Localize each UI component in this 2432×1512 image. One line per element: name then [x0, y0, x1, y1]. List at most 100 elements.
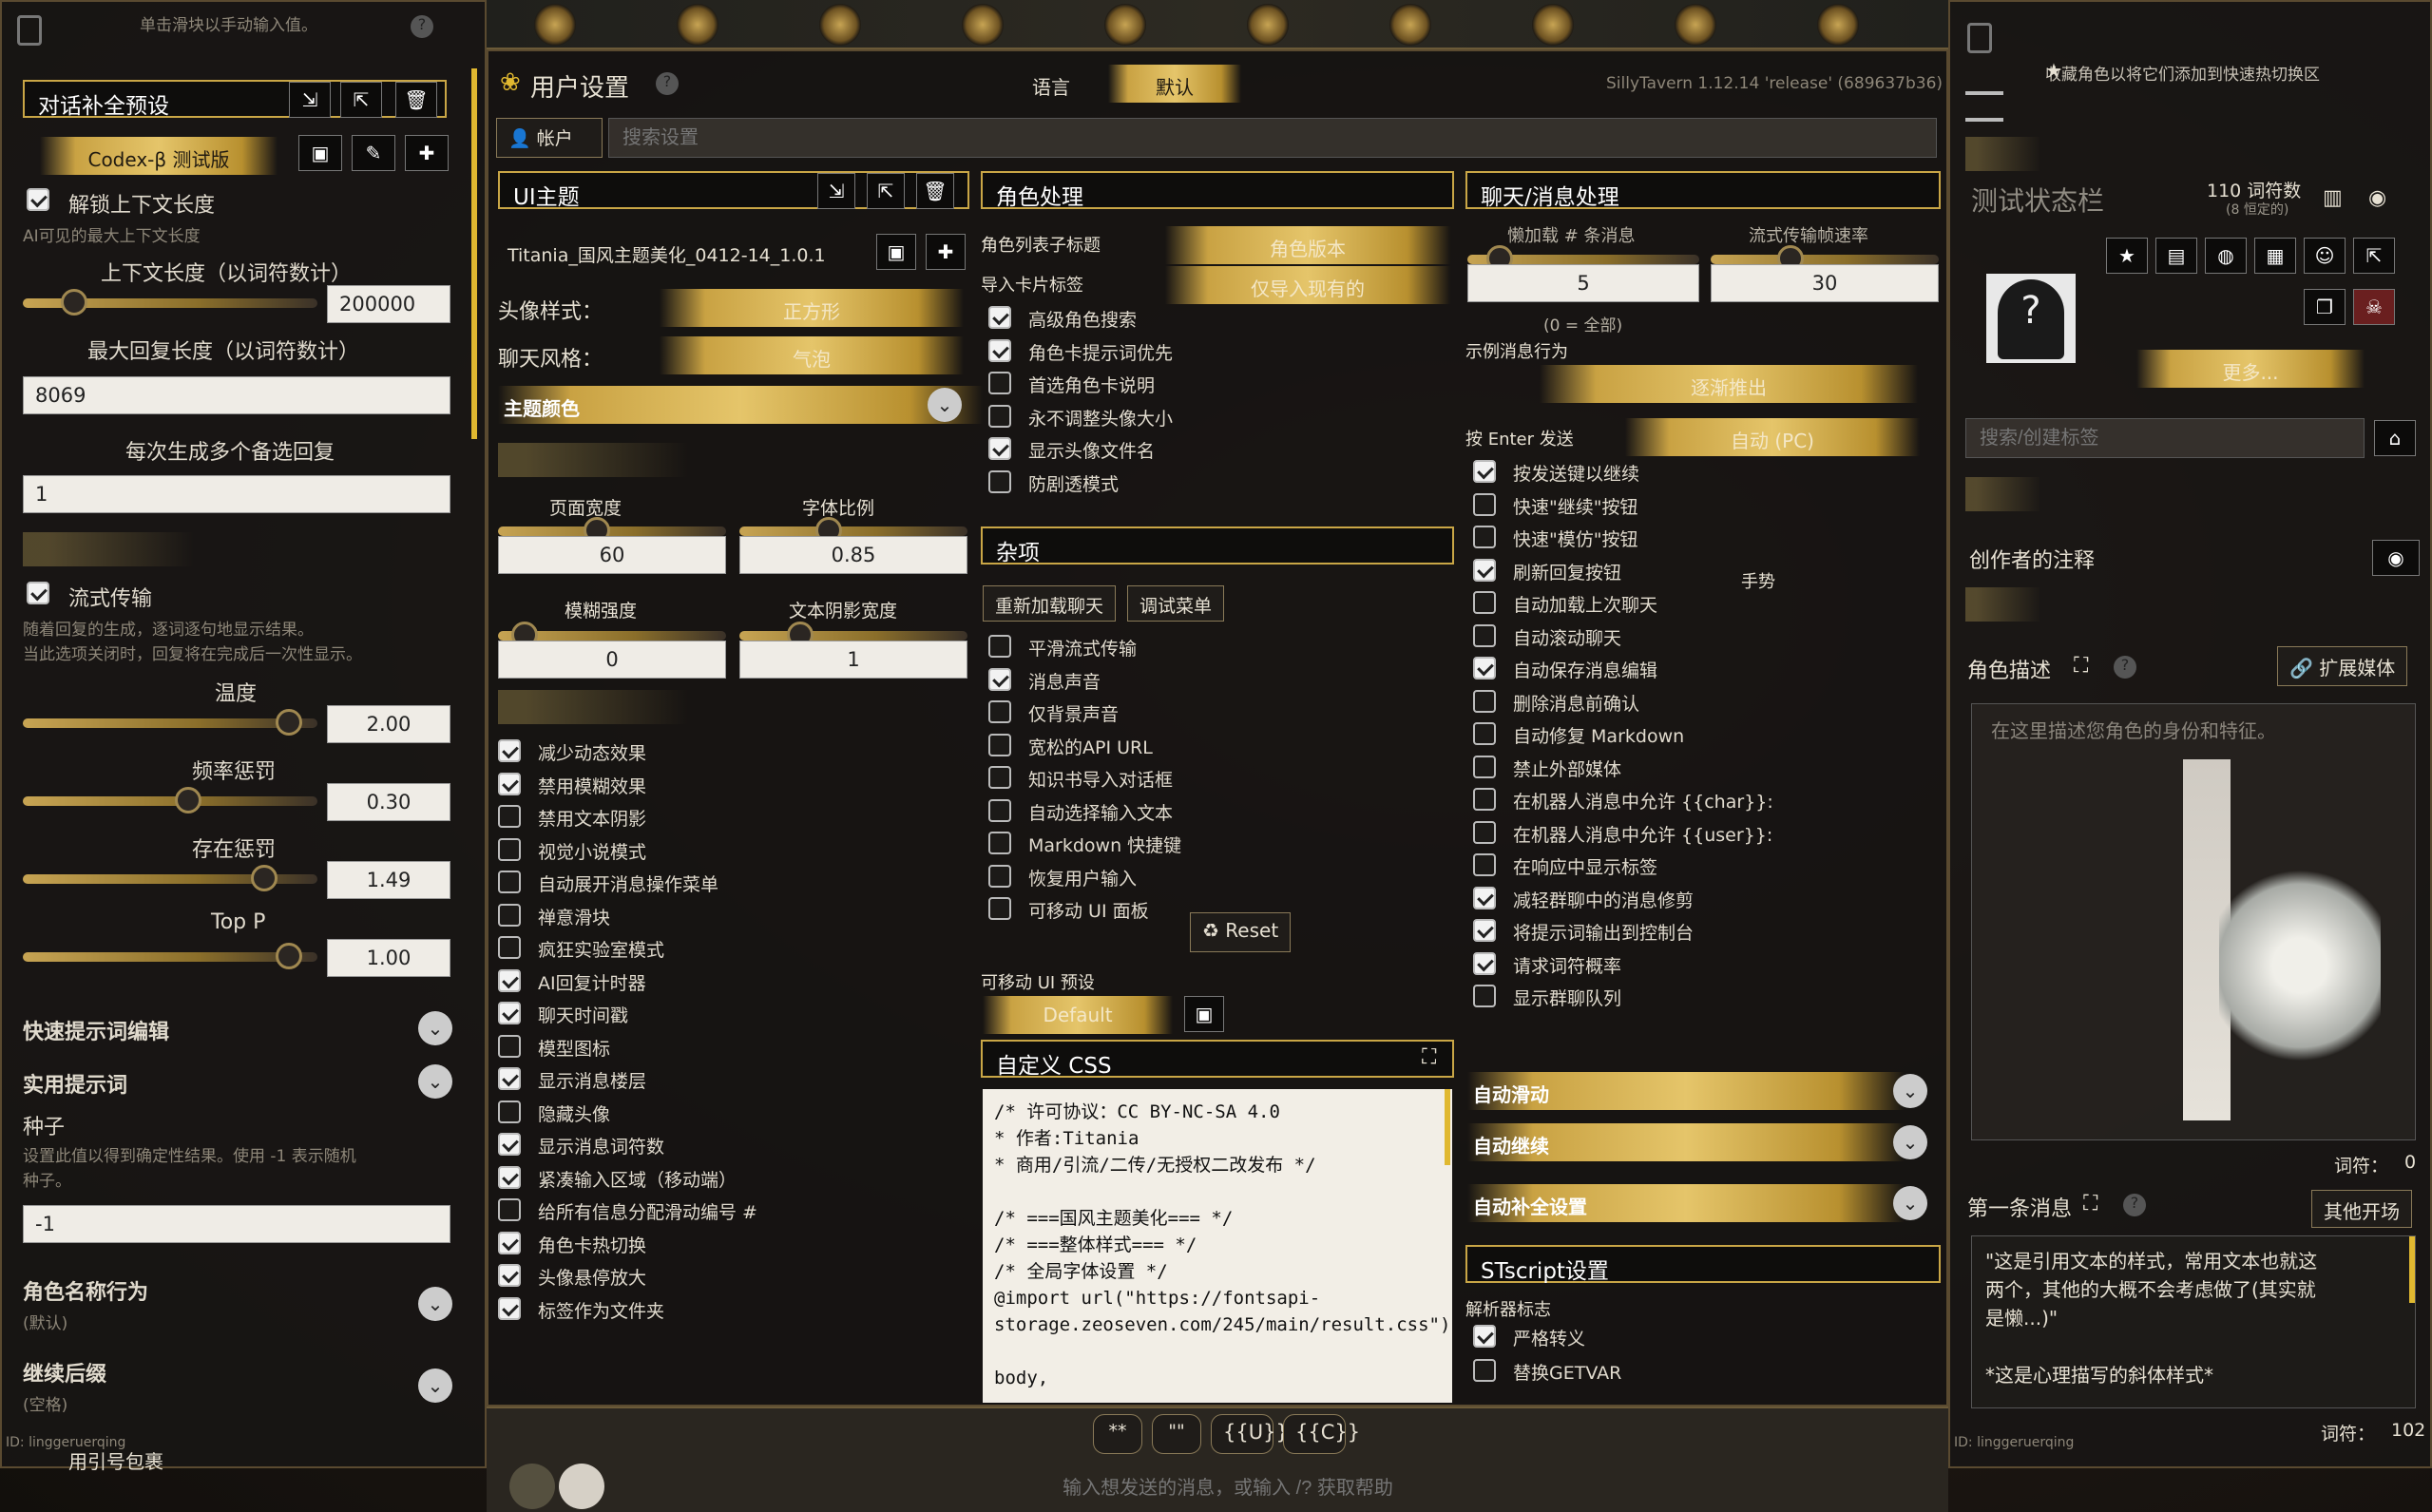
option-checkbox[interactable] [498, 1034, 521, 1058]
option-checkbox[interactable] [1473, 755, 1496, 778]
language-select[interactable]: 默认 [1108, 65, 1241, 103]
option-checkbox[interactable] [988, 798, 1011, 822]
strict-escape-checkbox[interactable] [1473, 1325, 1496, 1348]
option-checkbox[interactable] [1473, 623, 1496, 647]
option-checkbox[interactable] [988, 667, 1011, 691]
menu-icon[interactable] [509, 1464, 555, 1509]
max-response-input[interactable]: 8069 [23, 376, 450, 414]
option-checkbox[interactable] [988, 832, 1011, 854]
delete-theme-icon[interactable]: 🗑 [916, 173, 954, 209]
expand-icon[interactable]: ⛶ [1422, 1045, 1436, 1069]
option-checkbox[interactable] [498, 1198, 521, 1221]
tag-icon[interactable]: ⌂ [2374, 420, 2416, 456]
char-description-textarea[interactable]: 在这里描述您角色的身份和特征。 [1971, 703, 2416, 1140]
blur-input[interactable]: 0 [498, 641, 726, 679]
blur-slider[interactable] [498, 622, 726, 648]
option-checkbox[interactable] [1473, 689, 1496, 713]
option-checkbox[interactable] [1473, 788, 1496, 811]
import-theme-icon[interactable]: ⇲ [817, 173, 855, 209]
preset-select[interactable]: Codex-β 测试版 [40, 137, 278, 175]
auto-scroll-toggle[interactable]: 自动滑动 [1467, 1072, 1905, 1110]
option-checkbox[interactable] [1473, 526, 1496, 548]
shadow-input[interactable]: 1 [739, 641, 967, 679]
option-checkbox[interactable] [1473, 985, 1496, 1007]
option-checkbox[interactable] [988, 766, 1011, 789]
font-scale-slider[interactable] [739, 517, 967, 544]
seed-input[interactable]: -1 [23, 1205, 450, 1243]
save-theme-icon[interactable]: ▣ [876, 234, 916, 270]
lazy-load-input[interactable]: 5 [1467, 264, 1699, 302]
import-icon[interactable]: ⇲ [289, 82, 331, 118]
more-button[interactable]: 更多... [2136, 350, 2365, 388]
bold-macro-button[interactable]: ** [1093, 1414, 1142, 1454]
edit-icon[interactable]: ✎ [352, 135, 395, 171]
option-checkbox[interactable] [498, 871, 521, 893]
option-checkbox[interactable] [498, 1296, 521, 1320]
option-checkbox[interactable] [498, 1133, 521, 1156]
enter-send-select[interactable]: 自动 (PC) [1625, 418, 1920, 456]
theme-select[interactable]: Titania_国风主题美化_0412-14_1.0.1 [507, 241, 826, 267]
option-checkbox[interactable] [988, 864, 1011, 888]
option-checkbox[interactable] [1473, 492, 1496, 516]
help-icon[interactable]: ? [2114, 656, 2136, 679]
import-tags-select[interactable]: 仅导入现有的 [1165, 266, 1450, 304]
option-checkbox[interactable] [988, 437, 1011, 460]
page-width-input[interactable]: 60 [498, 536, 726, 574]
expand-icon[interactable]: ⛶ [2074, 654, 2088, 678]
shadow-slider[interactable] [739, 622, 967, 648]
account-button[interactable]: 👤 帐户 [496, 118, 603, 158]
streaming-checkbox[interactable] [27, 582, 49, 604]
option-checkbox[interactable] [498, 1100, 521, 1123]
creator-notes-label[interactable]: 创作者的注释 [1969, 544, 2095, 574]
option-checkbox[interactable] [498, 772, 521, 795]
scrollbar[interactable] [471, 68, 477, 439]
option-checkbox[interactable] [1473, 820, 1496, 844]
option-checkbox[interactable] [1473, 460, 1496, 483]
lazy-load-slider[interactable] [1467, 245, 1699, 272]
option-checkbox[interactable] [1473, 722, 1496, 745]
chevron-down-icon[interactable]: ⌄ [418, 1287, 452, 1321]
stats-icon[interactable]: ▥ [2323, 186, 2343, 210]
duplicate-icon[interactable]: ❐ [2304, 289, 2346, 325]
chat-input[interactable] [658, 1467, 1798, 1509]
globe-icon[interactable]: ◍ [2205, 238, 2247, 274]
context-length-slider[interactable] [23, 289, 317, 316]
character-name[interactable]: 测试状态栏 [1971, 181, 2104, 219]
export-icon[interactable]: ⇱ [340, 82, 382, 118]
help-icon[interactable]: ? [656, 72, 679, 95]
option-checkbox[interactable] [988, 635, 1011, 658]
new-theme-icon[interactable]: ✚ [926, 234, 966, 270]
option-checkbox[interactable] [988, 897, 1011, 920]
character-avatar[interactable]: ? [1986, 274, 2076, 363]
export-icon[interactable]: ⇱ [2353, 238, 2395, 274]
presence-penalty-slider[interactable] [23, 865, 317, 891]
option-checkbox[interactable] [1473, 951, 1496, 975]
avatar-style-select[interactable]: 正方形 [660, 289, 964, 327]
expand-media-button[interactable]: 🔗 扩展媒体 [2277, 646, 2408, 686]
save-icon[interactable]: ▣ [298, 135, 342, 171]
option-checkbox[interactable] [498, 968, 521, 992]
frequency-penalty-slider[interactable] [23, 787, 317, 813]
option-checkbox[interactable] [498, 1067, 521, 1090]
new-preset-icon[interactable]: ✚ [405, 135, 449, 171]
option-checkbox[interactable] [1473, 919, 1496, 942]
char-macro-button[interactable]: {{C}} [1283, 1414, 1360, 1454]
scrollbar[interactable] [1445, 1089, 1450, 1165]
option-checkbox[interactable] [498, 1231, 521, 1254]
lock-icon[interactable] [17, 15, 42, 46]
favorite-icon[interactable]: ★ [2106, 238, 2148, 274]
chat-style-select[interactable]: 气泡 [660, 336, 964, 374]
option-checkbox[interactable] [1473, 558, 1496, 582]
option-checkbox[interactable] [1473, 886, 1496, 909]
search-settings-input[interactable] [608, 118, 1937, 158]
skull-icon[interactable]: ☠ [2353, 289, 2395, 325]
temperature-input[interactable]: 2.00 [327, 705, 450, 743]
unlock-context-checkbox[interactable] [27, 188, 49, 211]
help-icon[interactable]: ? [411, 15, 433, 38]
trash-icon[interactable]: 🗑 [395, 82, 437, 118]
page-width-slider[interactable] [498, 517, 726, 544]
example-behavior-select[interactable]: 逐渐推出 [1540, 365, 1918, 403]
list-icon[interactable] [1965, 91, 2003, 122]
reset-button[interactable]: ♻ Reset [1190, 912, 1292, 952]
auto-continue-toggle[interactable]: 自动继续 [1467, 1123, 1905, 1161]
